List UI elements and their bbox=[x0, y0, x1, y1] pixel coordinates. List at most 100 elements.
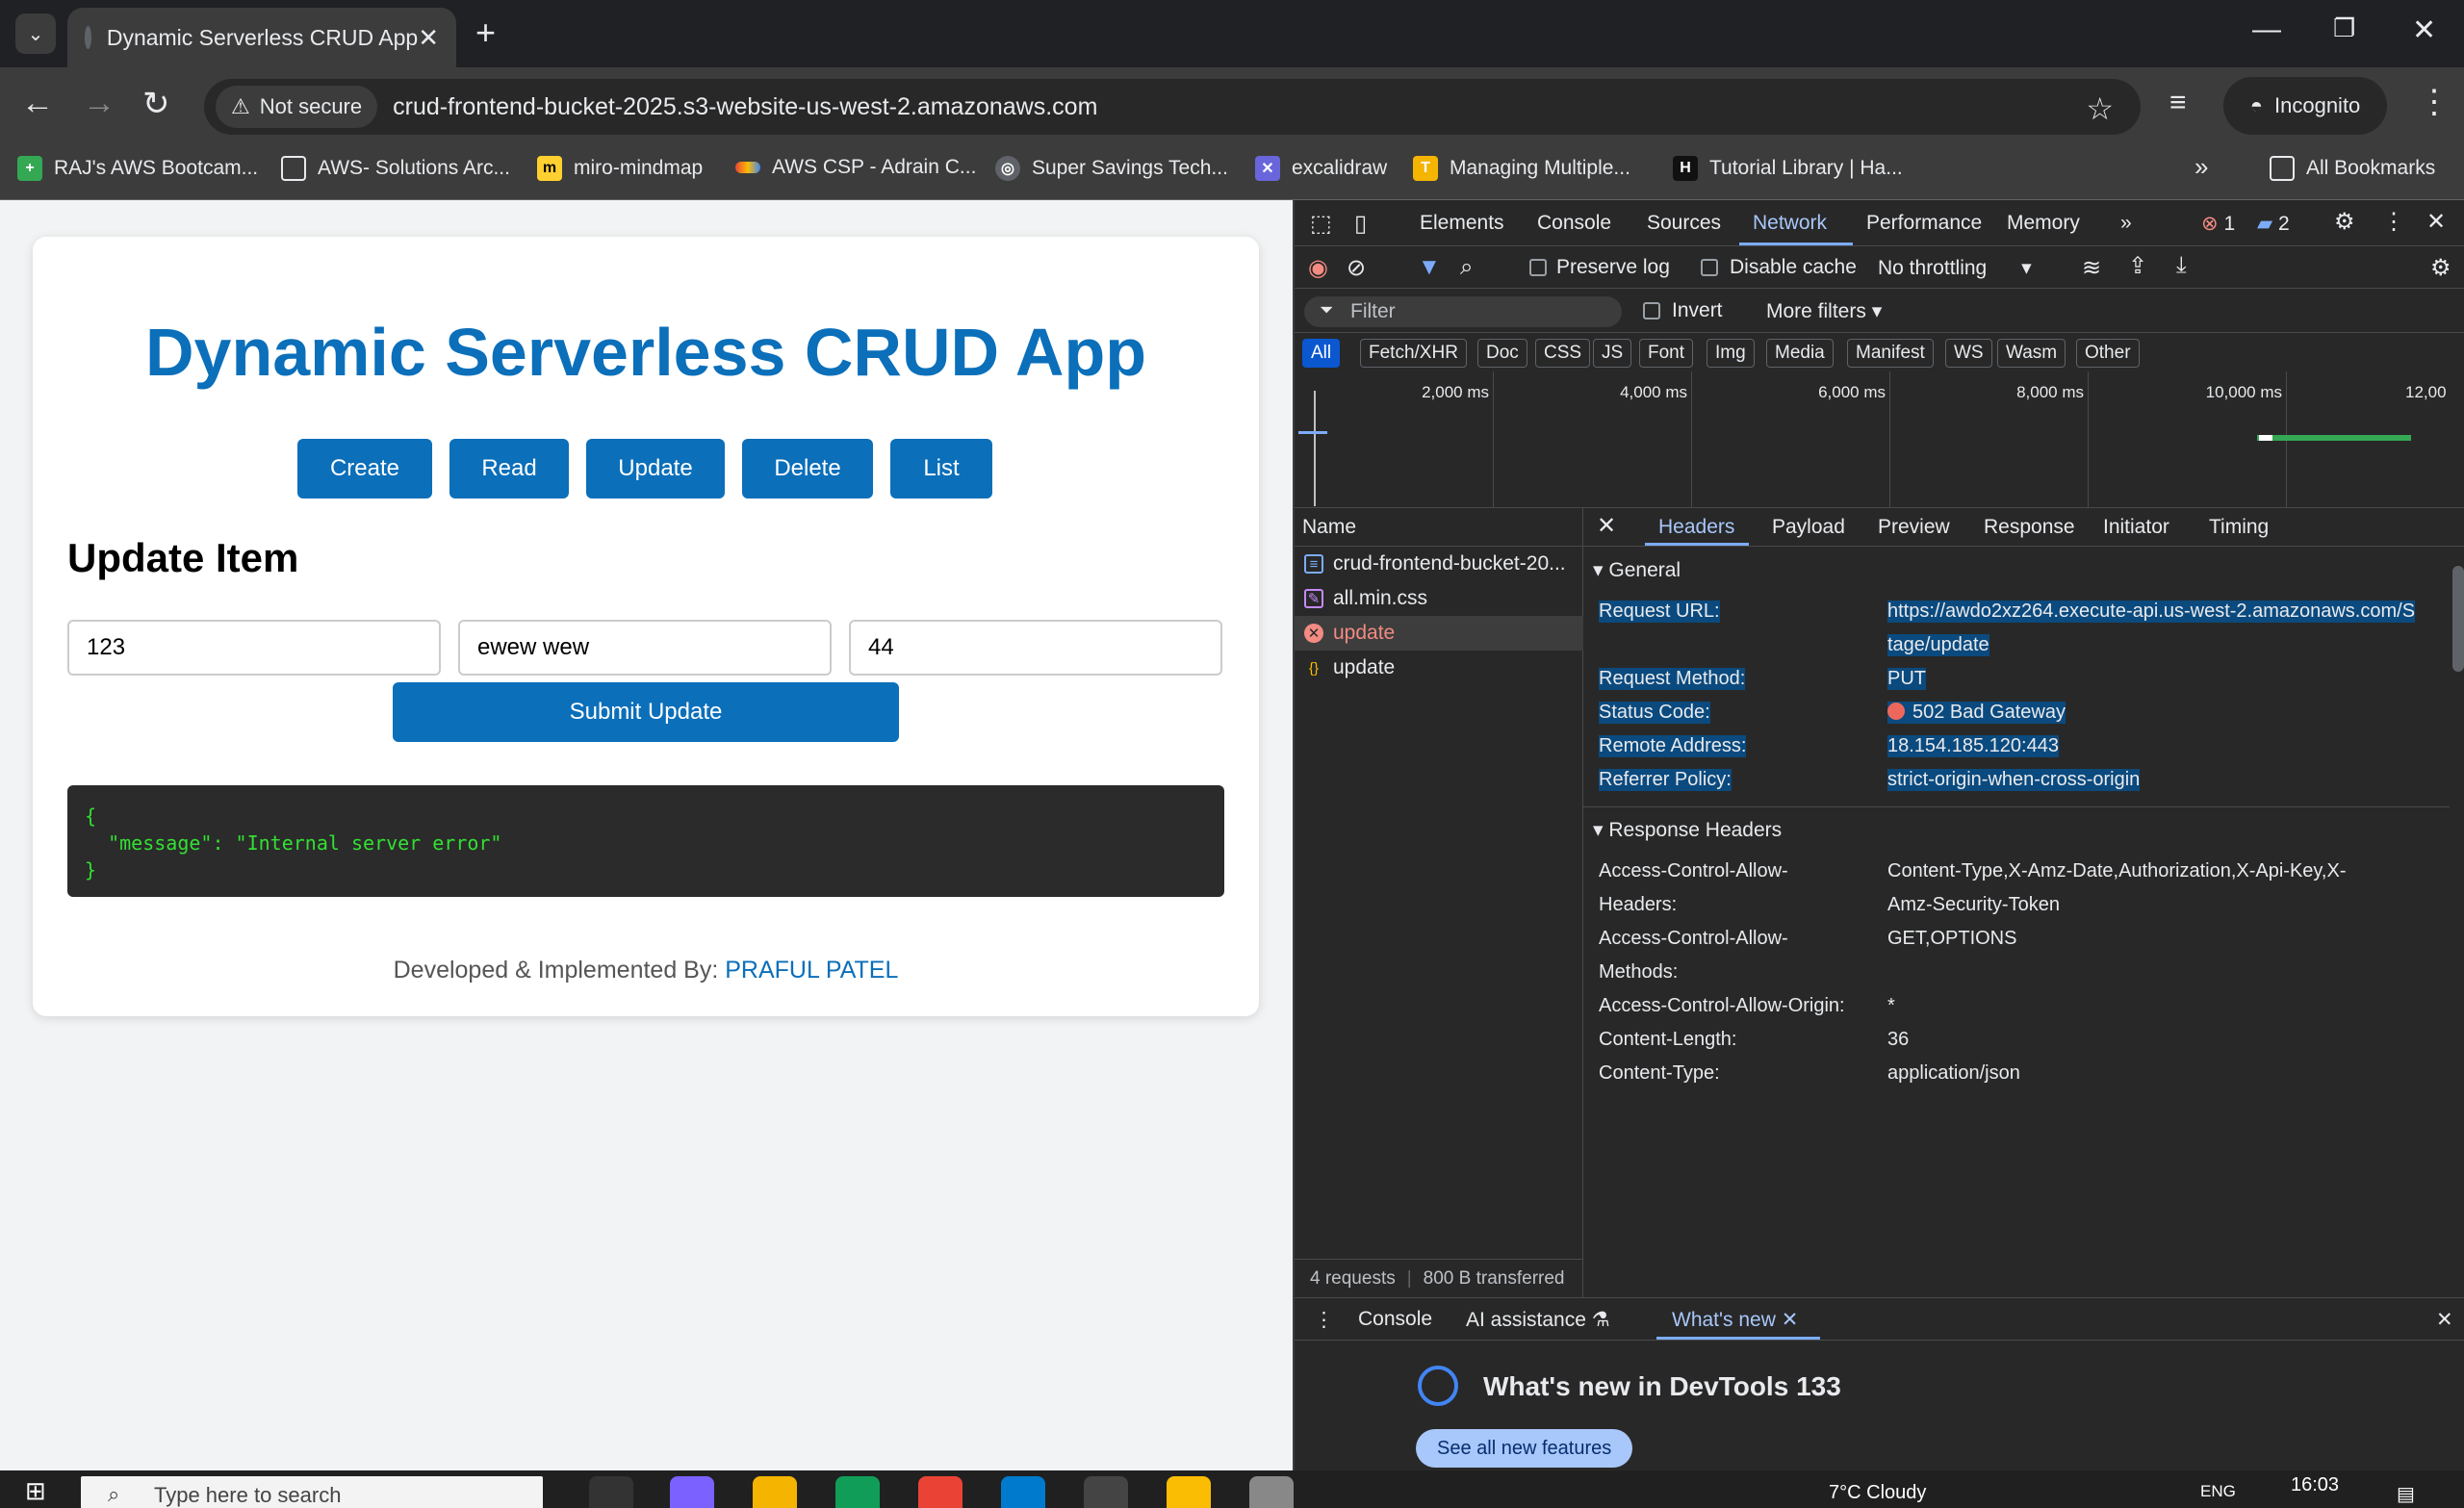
details-scrollbar[interactable] bbox=[2452, 566, 2464, 672]
bookmark-item[interactable]: + RAJ's AWS Bootcam... bbox=[17, 156, 258, 181]
request-row[interactable]: ✎ all.min.css bbox=[1295, 581, 1583, 616]
sticky-notes-icon[interactable] bbox=[1167, 1476, 1211, 1508]
windows-start-icon[interactable]: ⊞ bbox=[25, 1476, 46, 1506]
all-bookmarks[interactable]: All Bookmarks bbox=[2270, 156, 2435, 181]
browser-tab[interactable]: Dynamic Serverless CRUD App ✕ bbox=[67, 8, 456, 67]
tab-timing[interactable]: Timing bbox=[2209, 516, 2269, 539]
import-har-icon[interactable]: ⇪ bbox=[2128, 252, 2147, 280]
value-input[interactable]: 44 bbox=[849, 620, 1222, 676]
type-filter-other[interactable]: Other bbox=[2076, 339, 2140, 368]
file-explorer-icon[interactable] bbox=[753, 1476, 797, 1508]
export-har-icon[interactable]: ⤓ bbox=[2176, 252, 2187, 279]
type-filter-img[interactable]: Img bbox=[1707, 339, 1755, 368]
type-filter-all[interactable]: All bbox=[1302, 339, 1341, 368]
search-icon[interactable]: ⌕ bbox=[1460, 254, 1473, 281]
devtools-menu-icon[interactable]: ⋮ bbox=[2382, 208, 2405, 236]
forward-arrow-icon[interactable]: → bbox=[83, 85, 116, 122]
task-view-icon[interactable] bbox=[589, 1476, 633, 1508]
new-tab-button[interactable]: + bbox=[475, 15, 496, 50]
invert-checkbox[interactable] bbox=[1643, 302, 1660, 319]
bookmark-star-icon[interactable]: ☆ bbox=[2086, 90, 2114, 127]
minimize-icon[interactable]: — bbox=[2252, 13, 2281, 46]
chrome-icon[interactable] bbox=[918, 1476, 962, 1508]
name-column-header[interactable]: Name bbox=[1295, 508, 1583, 547]
vscode-icon[interactable] bbox=[1001, 1476, 1045, 1508]
network-settings-gear-icon[interactable]: ⚙ bbox=[2430, 254, 2451, 282]
error-count[interactable]: ⊗ 1 bbox=[2201, 212, 2235, 236]
settings-gear-icon[interactable]: ⚙ bbox=[2334, 208, 2355, 236]
bookmark-item[interactable]: T Managing Multiple... bbox=[1413, 156, 1630, 181]
type-filter-font[interactable]: Font bbox=[1639, 339, 1694, 368]
type-filter-css[interactable]: CSS bbox=[1535, 339, 1591, 368]
address-bar[interactable]: ⚠ Not secure crud-frontend-bucket-2025.s… bbox=[204, 79, 2141, 135]
network-timeline-overview[interactable]: 2,000 ms 4,000 ms 6,000 ms 8,000 ms 10,0… bbox=[1295, 371, 2464, 508]
filter-icon[interactable]: ▼ bbox=[1418, 254, 1441, 281]
notifications-icon[interactable]: ▤ bbox=[2397, 1482, 2415, 1506]
preserve-log-checkbox[interactable] bbox=[1529, 259, 1547, 276]
security-chip[interactable]: ⚠ Not secure bbox=[216, 86, 378, 128]
restore-icon[interactable]: ❐ bbox=[2333, 13, 2355, 43]
create-button[interactable]: Create bbox=[297, 439, 432, 498]
bookmark-item[interactable]: H Tutorial Library | Ha... bbox=[1673, 156, 1903, 181]
incognito-chip[interactable]: ◓ Incognito bbox=[2223, 77, 2387, 135]
tab-sources[interactable]: Sources bbox=[1647, 212, 1721, 235]
app-icon[interactable] bbox=[1249, 1476, 1294, 1508]
name-input[interactable]: ewew wew bbox=[458, 620, 832, 676]
menu-kebab-icon[interactable]: ⋮ bbox=[2418, 83, 2451, 121]
tab-payload[interactable]: Payload bbox=[1772, 516, 1845, 539]
message-count[interactable]: ▰ 2 bbox=[2257, 212, 2290, 236]
drawer-menu-icon[interactable]: ⋮ bbox=[1314, 1308, 1334, 1332]
close-drawer-icon[interactable]: ✕ bbox=[2436, 1308, 2453, 1332]
bookmarks-overflow-icon[interactable]: » bbox=[2194, 152, 2208, 182]
close-details-icon[interactable]: ✕ bbox=[1597, 512, 1616, 540]
close-devtools-icon[interactable]: ✕ bbox=[2426, 208, 2446, 236]
bookmark-item[interactable]: AWS- Solutions Arc... bbox=[281, 156, 510, 181]
delete-button[interactable]: Delete bbox=[742, 439, 873, 498]
network-conditions-icon[interactable]: ≋ bbox=[2082, 254, 2101, 282]
close-tab-icon[interactable]: ✕ bbox=[1782, 1309, 1799, 1331]
submit-update-button[interactable]: Submit Update bbox=[393, 682, 899, 742]
author-link[interactable]: PRAFUL PATEL bbox=[725, 957, 898, 984]
update-button[interactable]: Update bbox=[586, 439, 725, 498]
record-stop-icon[interactable]: ◉ bbox=[1308, 254, 1328, 282]
edge-icon[interactable] bbox=[835, 1476, 880, 1508]
taskbar-search-input[interactable]: ⌕ Type here to search bbox=[81, 1476, 543, 1508]
type-filter-fetch-xhr[interactable]: Fetch/XHR bbox=[1360, 339, 1467, 368]
device-toolbar-icon[interactable]: ▯ bbox=[1354, 210, 1367, 238]
drawer-tab-ai-assistance[interactable]: AI assistance ⚗ bbox=[1466, 1308, 1610, 1332]
tab-response[interactable]: Response bbox=[1984, 516, 2075, 539]
tab-search-button[interactable]: ⌄ bbox=[15, 13, 56, 54]
bookmark-item[interactable]: AWS CSP - Adrain C... bbox=[735, 156, 976, 179]
id-input[interactable]: 123 bbox=[67, 620, 441, 676]
url-text[interactable]: crud-frontend-bucket-2025.s3-website-us-… bbox=[393, 93, 1097, 121]
tab-initiator[interactable]: Initiator bbox=[2103, 516, 2169, 539]
bookmark-item[interactable]: m miro-mindmap bbox=[537, 156, 703, 181]
type-filter-ws[interactable]: WS bbox=[1945, 339, 1992, 368]
clock-time[interactable]: 16:03 bbox=[2291, 1474, 2339, 1496]
tab-preview[interactable]: Preview bbox=[1878, 516, 1950, 539]
tab-network[interactable]: Network bbox=[1753, 212, 1827, 235]
tab-headers[interactable]: Headers bbox=[1658, 516, 1734, 539]
request-row[interactable]: ≡ crud-frontend-bucket-20... bbox=[1295, 547, 1583, 581]
general-section-toggle[interactable]: ▾ General bbox=[1593, 558, 1681, 582]
inspect-element-icon[interactable]: ⬚ bbox=[1310, 210, 1332, 238]
clear-icon[interactable]: ⊘ bbox=[1347, 254, 1366, 282]
response-headers-toggle[interactable]: ▾ Response Headers bbox=[1593, 818, 1782, 842]
throttling-select[interactable]: No throttling ▾ bbox=[1878, 256, 2032, 280]
close-tab-icon[interactable]: ✕ bbox=[418, 23, 439, 53]
back-arrow-icon[interactable]: ← bbox=[21, 85, 54, 122]
request-row[interactable]: ✕ update bbox=[1295, 616, 1583, 651]
disable-cache-checkbox[interactable] bbox=[1701, 259, 1718, 276]
bookmark-item[interactable]: ◎ Super Savings Tech... bbox=[995, 156, 1228, 181]
see-all-features-button[interactable]: See all new features bbox=[1416, 1429, 1633, 1468]
weather-text[interactable]: 7°C Cloudy bbox=[1829, 1482, 1926, 1504]
type-filter-media[interactable]: Media bbox=[1766, 339, 1834, 368]
request-row[interactable]: {} update bbox=[1295, 651, 1583, 685]
drawer-tab-console[interactable]: Console bbox=[1358, 1308, 1432, 1331]
list-button[interactable]: List bbox=[890, 439, 992, 498]
read-button[interactable]: Read bbox=[449, 439, 569, 498]
copilot-icon[interactable] bbox=[670, 1476, 714, 1508]
tab-console[interactable]: Console bbox=[1537, 212, 1611, 235]
type-filter-js[interactable]: JS bbox=[1593, 339, 1632, 368]
filter-input[interactable]: ⏷ Filter bbox=[1304, 296, 1622, 327]
